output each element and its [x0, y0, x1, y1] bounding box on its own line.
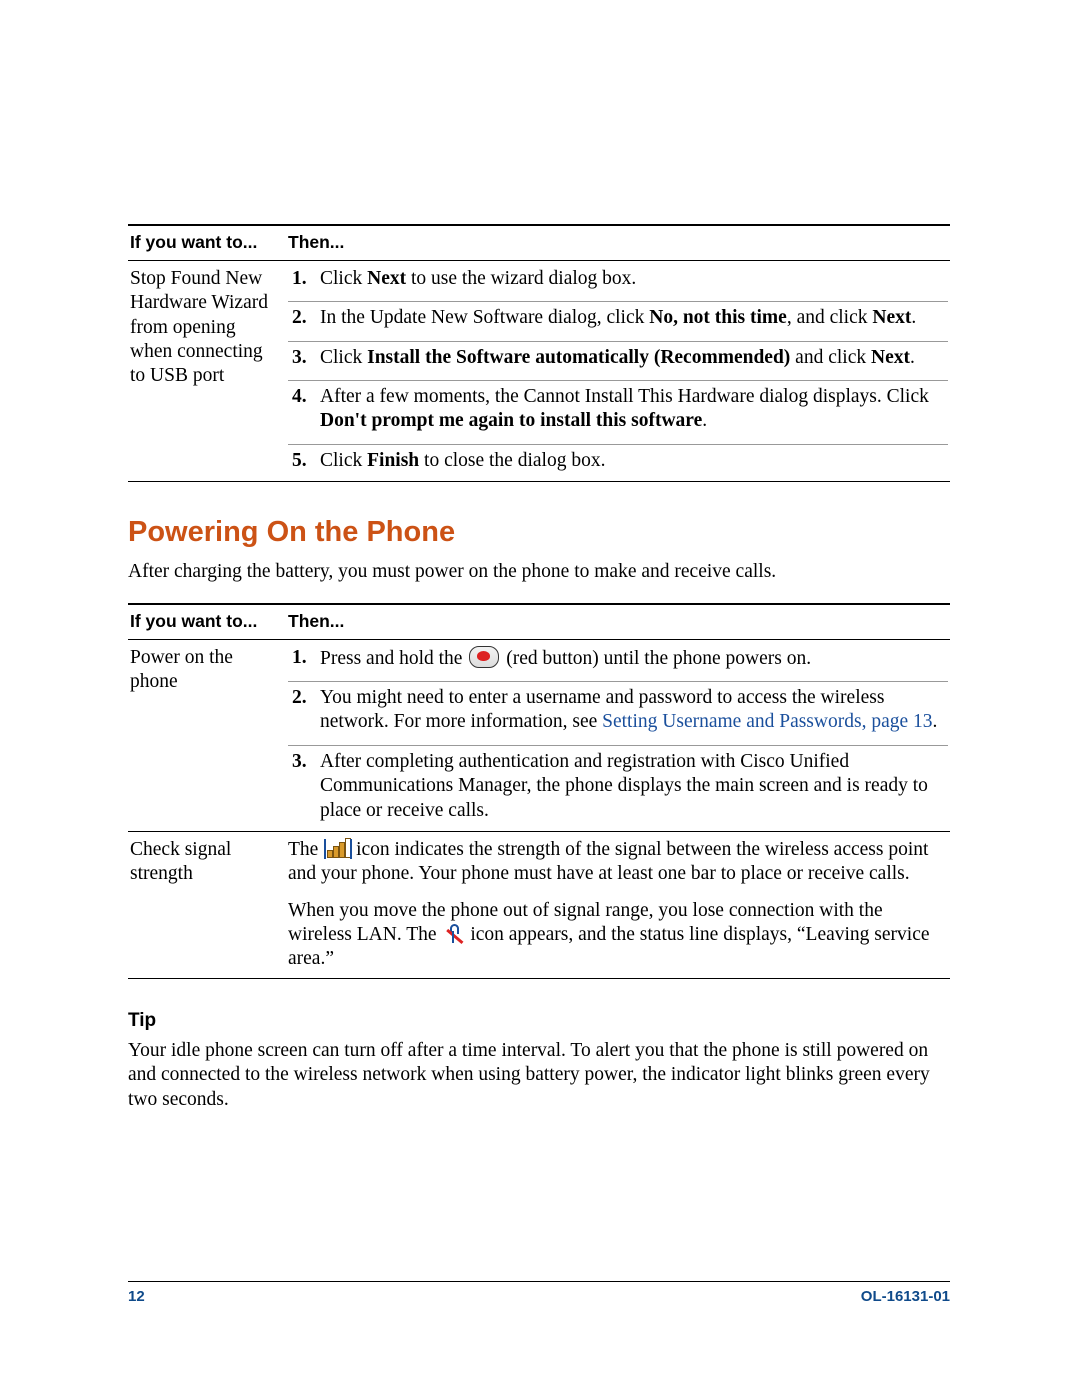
- text: .: [933, 711, 938, 732]
- power-button-icon: [469, 646, 499, 668]
- bold-text: Don't prompt me again to install this so…: [320, 410, 702, 431]
- cell-then: The icon indicates the strength of the s…: [286, 831, 950, 978]
- doc-id: OL-16131-01: [861, 1288, 950, 1307]
- bold-text: Next: [871, 347, 910, 368]
- table-row: Power on the phone 1. Press and hold the…: [128, 639, 950, 831]
- text: After a few moments, the Cannot Install …: [320, 386, 929, 407]
- step-number: 1.: [292, 646, 307, 670]
- text: , and click: [787, 307, 873, 328]
- text: .: [911, 307, 916, 328]
- step-2: 2. In the Update New Software dialog, cl…: [288, 302, 948, 341]
- intro-paragraph: After charging the battery, you must pow…: [128, 560, 950, 584]
- bold-text: No, not this time: [649, 307, 787, 328]
- cell-if: Power on the phone: [128, 639, 286, 831]
- table-usb-wizard: If you want to... Then... Stop Found New…: [128, 224, 950, 482]
- page: If you want to... Then... Stop Found New…: [0, 0, 1080, 1397]
- step-3: 3. After completing authentication and r…: [288, 746, 948, 825]
- text: After completing authentication and regi…: [320, 751, 928, 821]
- step-number: 3.: [292, 346, 307, 370]
- cell-then: 1. Click Next to use the wizard dialog b…: [286, 260, 950, 481]
- col-header-then: Then...: [286, 225, 950, 260]
- text: icon indicates the strength of the signa…: [288, 839, 928, 884]
- paragraph: The icon indicates the strength of the s…: [288, 838, 948, 887]
- cell-then: 1. Press and hold the (red button) until…: [286, 639, 950, 831]
- table-row: Stop Found New Hardware Wizard from open…: [128, 260, 950, 481]
- table-power-on: If you want to... Then... Power on the p…: [128, 603, 950, 979]
- text: and click: [790, 347, 871, 368]
- col-header-then: Then...: [286, 604, 950, 639]
- page-footer: 12 OL-16131-01: [128, 1281, 950, 1307]
- signal-strength-icon: [325, 839, 349, 859]
- step-number: 2.: [292, 306, 307, 330]
- page-number: 12: [128, 1288, 145, 1307]
- step-3: 3. Click Install the Software automatica…: [288, 342, 948, 381]
- step-1: 1. Press and hold the (red button) until…: [288, 646, 948, 682]
- text: .: [910, 347, 915, 368]
- step-2: 2. You might need to enter a username an…: [288, 682, 948, 746]
- step-number: 4.: [292, 385, 307, 409]
- no-signal-icon: [443, 924, 463, 944]
- col-header-if: If you want to...: [128, 604, 286, 639]
- text: The: [288, 839, 323, 860]
- step-number: 1.: [292, 267, 307, 291]
- bold-text: Next: [872, 307, 911, 328]
- section-heading: Powering On the Phone: [128, 514, 950, 550]
- cell-if: Check signal strength: [128, 831, 286, 978]
- link-setting-passwords[interactable]: Setting Username and Passwords, page 13: [602, 711, 932, 732]
- step-1: 1. Click Next to use the wizard dialog b…: [288, 267, 948, 302]
- step-number: 2.: [292, 686, 307, 710]
- text: Click: [320, 268, 367, 289]
- step-number: 3.: [292, 750, 307, 774]
- tip-body: Your idle phone screen can turn off afte…: [128, 1039, 950, 1114]
- text: Click: [320, 347, 367, 368]
- bold-text: Install the Software automatically (Reco…: [367, 347, 790, 368]
- text: to use the wizard dialog box.: [406, 268, 636, 289]
- text: In the Update New Software dialog, click: [320, 307, 649, 328]
- step-4: 4. After a few moments, the Cannot Insta…: [288, 381, 948, 445]
- paragraph: When you move the phone out of signal ra…: [288, 899, 948, 972]
- text: (red button) until the phone powers on.: [501, 648, 811, 669]
- text: .: [702, 410, 707, 431]
- bold-text: Next: [367, 268, 406, 289]
- text: Click: [320, 450, 367, 471]
- step-5: 5. Click Finish to close the dialog box.: [288, 445, 948, 475]
- bold-text: Finish: [367, 450, 419, 471]
- tip-heading: Tip: [128, 1009, 950, 1033]
- text: Press and hold the: [320, 648, 467, 669]
- col-header-if: If you want to...: [128, 225, 286, 260]
- step-number: 5.: [292, 449, 307, 473]
- table-row: Check signal strength The icon indicates…: [128, 831, 950, 978]
- text: to close the dialog box.: [419, 450, 605, 471]
- cell-if: Stop Found New Hardware Wizard from open…: [128, 260, 286, 481]
